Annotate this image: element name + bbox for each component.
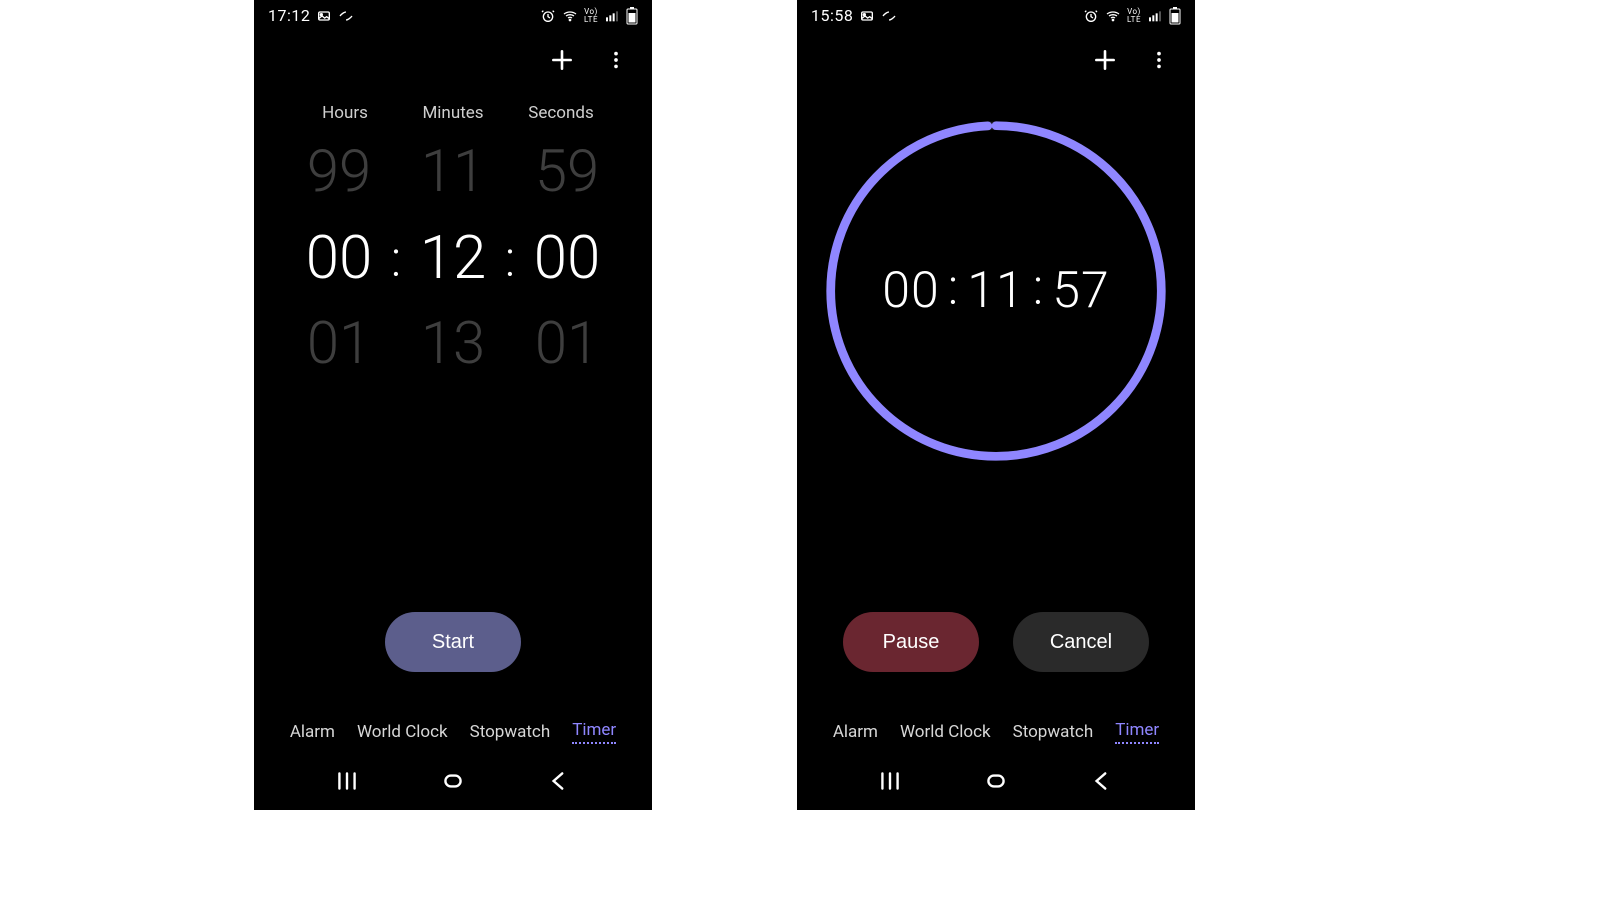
add-timer-button[interactable] <box>544 42 580 78</box>
tab-stopwatch[interactable]: Stopwatch <box>1013 722 1094 742</box>
screenshot-icon <box>859 8 875 24</box>
seconds-selected: 00 <box>519 215 615 301</box>
recent-apps-button[interactable] <box>327 761 367 801</box>
tab-world-clock[interactable]: World Clock <box>900 722 991 742</box>
alarm-status-icon <box>1083 8 1099 24</box>
home-button[interactable] <box>433 761 473 801</box>
wifi-icon <box>1105 8 1121 24</box>
seconds-label: Seconds <box>507 103 615 123</box>
seconds-wheel[interactable]: 59 00 01 <box>519 129 615 387</box>
status-clock: 15:58 <box>811 6 853 25</box>
countdown-minutes: 11 <box>961 262 1030 320</box>
back-button[interactable] <box>539 761 579 801</box>
hours-label: Hours <box>291 103 399 123</box>
volte-icon: Vo)LTE <box>1127 8 1141 24</box>
wifi-icon <box>562 8 578 24</box>
countdown-time: 00 : 11 : 57 <box>822 117 1170 465</box>
near-icon <box>338 8 354 24</box>
near-icon <box>881 8 897 24</box>
hours-prev: 99 <box>291 129 387 215</box>
start-button[interactable]: Start <box>385 612 521 672</box>
minutes-selected: 12 <box>405 215 501 301</box>
seconds-prev: 59 <box>519 129 615 215</box>
colon-sep: : <box>946 259 962 317</box>
status-clock: 17:12 <box>268 6 310 25</box>
home-button[interactable] <box>976 761 1016 801</box>
colon-sep: : <box>501 217 519 303</box>
battery-icon <box>626 7 638 25</box>
tab-alarm[interactable]: Alarm <box>290 722 335 742</box>
minutes-prev: 11 <box>405 129 501 215</box>
bottom-tabs: Alarm World Clock Stopwatch Timer <box>254 712 652 752</box>
seconds-next: 01 <box>519 301 615 387</box>
status-bar: 15:58 Vo)LTE <box>797 0 1195 31</box>
minutes-next: 13 <box>405 301 501 387</box>
countdown-seconds: 57 <box>1046 262 1115 320</box>
signal-icon <box>1147 8 1163 24</box>
add-timer-button[interactable] <box>1087 42 1123 78</box>
colon-sep: : <box>1031 259 1047 317</box>
colon-sep: : <box>387 217 405 303</box>
more-options-button[interactable] <box>1141 42 1177 78</box>
tab-world-clock[interactable]: World Clock <box>357 722 448 742</box>
cancel-button[interactable]: Cancel <box>1013 612 1149 672</box>
phone-timer-setup: 17:12 Vo)LTE <box>254 0 652 810</box>
hours-wheel[interactable]: 99 00 01 <box>291 129 387 387</box>
screenshot-icon <box>316 8 332 24</box>
tab-stopwatch[interactable]: Stopwatch <box>470 722 551 742</box>
app-bar <box>254 31 652 89</box>
countdown-hours: 00 <box>876 262 945 320</box>
tab-timer[interactable]: Timer <box>572 720 616 744</box>
time-picker[interactable]: 99 00 01 : 11 12 13 : 59 00 01 <box>254 129 652 387</box>
status-bar: 17:12 Vo)LTE <box>254 0 652 31</box>
volte-icon: Vo)LTE <box>584 8 598 24</box>
app-bar <box>797 31 1195 89</box>
picker-header: Hours Minutes Seconds <box>254 103 652 123</box>
pause-button[interactable]: Pause <box>843 612 979 672</box>
alarm-status-icon <box>540 8 556 24</box>
bottom-tabs: Alarm World Clock Stopwatch Timer <box>797 712 1195 752</box>
battery-icon <box>1169 7 1181 25</box>
hours-next: 01 <box>291 301 387 387</box>
recent-apps-button[interactable] <box>870 761 910 801</box>
system-nav-bar <box>254 752 652 810</box>
more-options-button[interactable] <box>598 42 634 78</box>
countdown-ring: 00 : 11 : 57 <box>822 117 1170 465</box>
minutes-label: Minutes <box>399 103 507 123</box>
system-nav-bar <box>797 752 1195 810</box>
tab-timer[interactable]: Timer <box>1115 720 1159 744</box>
back-button[interactable] <box>1082 761 1122 801</box>
phone-timer-running: 15:58 Vo)LTE <box>797 0 1195 810</box>
hours-selected: 00 <box>291 215 387 301</box>
signal-icon <box>604 8 620 24</box>
minutes-wheel[interactable]: 11 12 13 <box>405 129 501 387</box>
tab-alarm[interactable]: Alarm <box>833 722 878 742</box>
